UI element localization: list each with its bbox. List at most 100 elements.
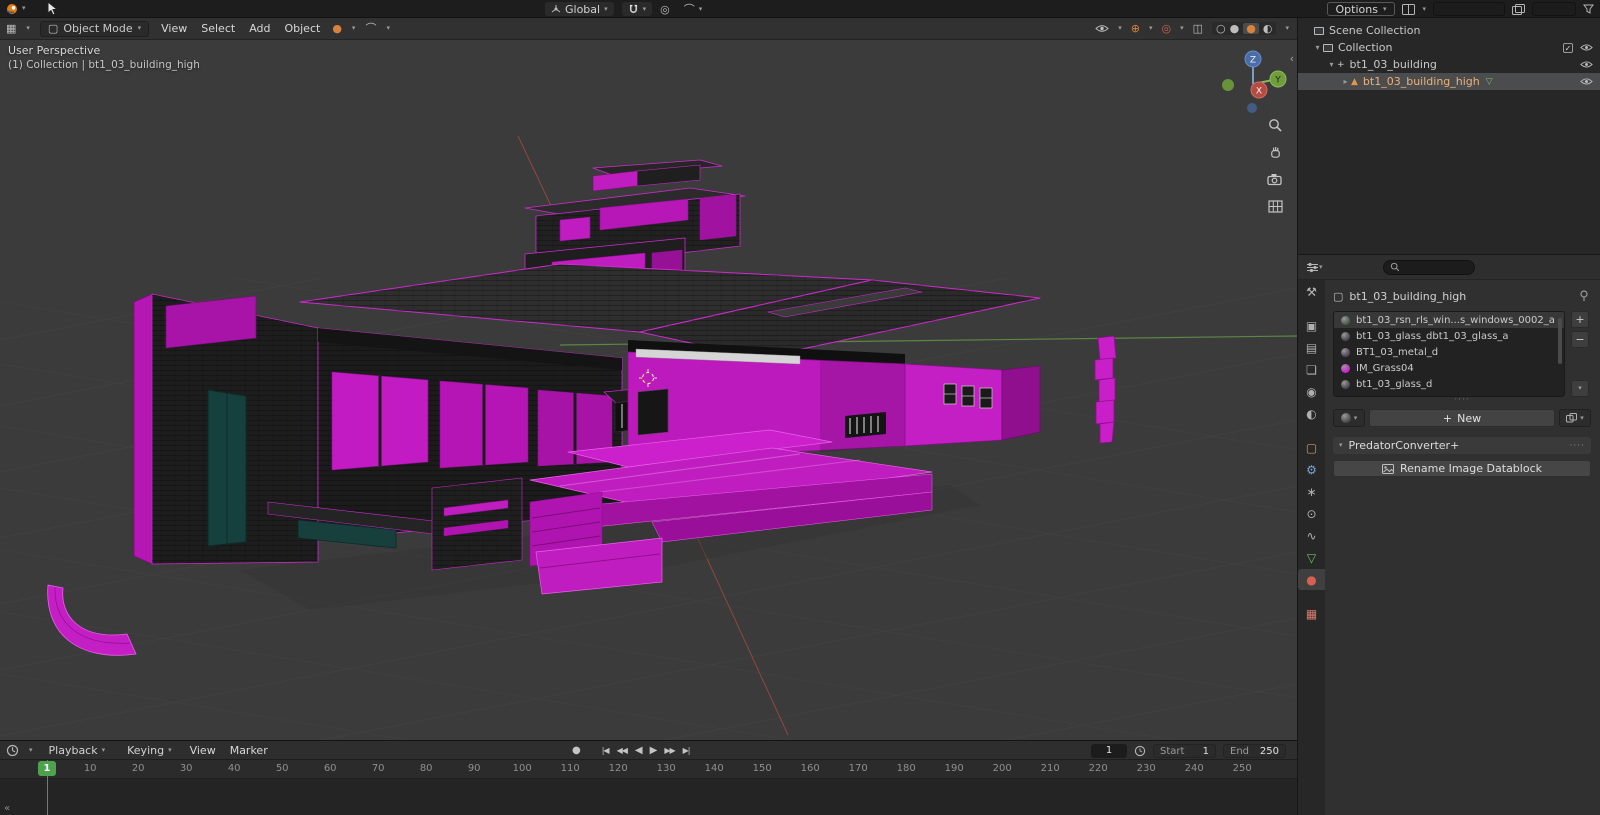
workspace-layout-icon[interactable] [1402,3,1416,15]
proportional-edit-icon[interactable]: ◎ [660,4,670,15]
new-material-button[interactable]: + New [1369,409,1555,427]
expand-open-icon[interactable]: ▾ [1312,43,1323,52]
pin-icon[interactable] [1579,290,1589,302]
playhead[interactable]: 1 [38,761,56,776]
3d-viewport[interactable]: ▦ ▾ ▢ Object Mode ▾ View Select Add Obje… [0,18,1297,740]
chevron-down-icon[interactable]: ▾ [1319,263,1323,271]
timeline-channels[interactable] [0,779,1297,815]
menu-view[interactable]: View [159,22,189,35]
next-keyframe-button[interactable]: ▶▶ [664,746,675,755]
material-slot-row[interactable]: bt1_03_rsn_rls_win...s_windows_0002_a [1334,312,1564,328]
preview-range-clock-icon[interactable] [1134,745,1146,757]
editor-type-icon[interactable]: ▦ [6,23,16,34]
ruler-frame-240[interactable]: 240 [1185,763,1204,774]
properties-editor-icon[interactable] [1306,262,1319,273]
chevron-down-icon[interactable]: ▾ [26,25,30,32]
outliner-row-object[interactable]: ▾ + bt1_03_building [1298,56,1600,73]
properties-tab-object[interactable]: ▢ [1298,437,1325,458]
active-tool-icon[interactable]: ● [332,23,342,34]
keying-dropdown[interactable]: Keying ▾ [121,743,177,757]
options-button[interactable]: Options ▾ [1326,2,1396,16]
pan-hand-icon[interactable] [1266,143,1284,161]
chevron-down-icon[interactable]: ▾ [22,5,26,12]
ruler-frame-140[interactable]: 140 [705,763,724,774]
ruler-frame-40[interactable]: 40 [228,763,241,774]
ruler-frame-230[interactable]: 230 [1137,763,1156,774]
viewport-canvas[interactable] [0,40,1297,740]
properties-tab-scene[interactable]: ◉ [1298,381,1325,402]
show-overlays-toggle-icon[interactable]: ◎ [1162,23,1172,34]
visibility-eye-icon[interactable] [1095,24,1110,33]
rename-image-datablock-button[interactable]: Rename Image Datablock [1333,460,1591,477]
properties-tab-world[interactable]: ◐ [1298,403,1325,424]
ruler-frame-220[interactable]: 220 [1089,763,1108,774]
chevron-down-icon[interactable]: ▾ [1149,25,1153,32]
playback-dropdown[interactable]: Playback ▾ [43,743,112,757]
hide-eye-icon[interactable] [1580,60,1593,69]
menu-select[interactable]: Select [199,22,237,35]
falloff-dropdown-icon[interactable]: ⌒ [365,23,376,34]
ruler-frame-170[interactable]: 170 [849,763,868,774]
shading-rendered-icon[interactable]: ◐ [1263,23,1273,34]
properties-tab-data[interactable]: ▽ [1298,547,1325,568]
shading-wireframe-icon[interactable]: ○ [1216,23,1226,34]
ruler-frame-210[interactable]: 210 [1041,763,1060,774]
navigation-gizmo[interactable]: Z Y X [1211,42,1295,126]
view-layer-field[interactable] [1532,2,1576,16]
ruler-frame-190[interactable]: 190 [945,763,964,774]
jump-to-start-button[interactable]: |◀ [602,746,610,755]
sidebar-collapse-icon[interactable]: ‹ [1290,52,1294,65]
xray-toggle-icon[interactable]: ◫ [1193,23,1203,34]
properties-tab-view-layer[interactable]: ❏ [1298,359,1325,380]
mode-dropdown[interactable]: ▢ Object Mode ▾ [39,20,150,37]
blender-logo-icon[interactable] [5,3,19,15]
material-slot-row[interactable]: BT1_03_metal_d [1334,344,1564,360]
slot-list-scrollbar[interactable] [1558,318,1562,364]
ruler-frame-80[interactable]: 80 [420,763,433,774]
properties-tab-output[interactable]: ▤ [1298,337,1325,358]
prev-keyframe-button[interactable]: ◀◀ [617,746,628,755]
shading-material-preview-icon[interactable]: ● [1243,23,1259,34]
properties-tab-particles[interactable]: ∗ [1298,481,1325,502]
play-button[interactable]: ▶ [650,745,658,756]
properties-tab-render[interactable]: ▣ [1298,315,1325,336]
ruler-frame-70[interactable]: 70 [372,763,385,774]
transform-orientation-dropdown[interactable]: Global ▾ [545,2,614,16]
properties-tab-tool[interactable]: ⚒ [1298,281,1325,302]
ruler-frame-150[interactable]: 150 [753,763,772,774]
chevron-down-icon[interactable]: ▾ [29,746,33,754]
outliner-row-collection[interactable]: ▾ Collection ✓ [1298,39,1600,56]
predator-converter-panel-header[interactable]: ▾ PredatorConverter+ ···· [1333,437,1591,454]
shading-solid-icon[interactable]: ● [1230,23,1240,34]
remove-slot-button[interactable]: − [1571,331,1589,348]
play-reverse-button[interactable]: ◀ [635,745,643,756]
properties-tab-physics[interactable]: ⊙ [1298,503,1325,524]
properties-search-field[interactable] [1382,259,1475,275]
ruler-frame-180[interactable]: 180 [897,763,916,774]
expand-closed-icon[interactable]: ▸ [1340,77,1351,86]
ruler-frame-60[interactable]: 60 [324,763,337,774]
ruler-frame-20[interactable]: 20 [132,763,145,774]
ruler-frame-90[interactable]: 90 [468,763,481,774]
timeline-menu-view[interactable]: View [188,744,218,757]
add-slot-button[interactable]: + [1571,311,1589,328]
hide-eye-icon[interactable] [1580,43,1593,52]
timeline-ruler[interactable]: 10 20 30 40 50 60 70 80 90 100 110 120 130 140 150 160 1… [0,760,1297,779]
material-slot-row[interactable]: IM_Grass04 [1334,360,1564,376]
start-frame-field[interactable]: Start 1 [1153,743,1216,758]
list-resize-grip[interactable]: ···· [1333,396,1591,405]
chevron-down-icon[interactable]: ▾ [1422,5,1426,13]
ruler-frame-50[interactable]: 50 [276,763,289,774]
properties-tab-modifiers[interactable]: ⚙ [1298,459,1325,480]
browse-material-dropdown[interactable]: ▾ [1333,409,1365,427]
outliner-row-scene-collection[interactable]: Scene Collection [1298,22,1600,39]
chevron-down-icon[interactable]: ▾ [1285,25,1289,32]
toggle-ortho-grid-icon[interactable] [1266,197,1284,215]
timeline-editor-icon[interactable] [6,744,19,757]
properties-tab-texture[interactable]: ▦ [1298,603,1325,624]
ruler-frame-130[interactable]: 130 [657,763,676,774]
outliner-row-mesh-selected[interactable]: ▸ ▲ bt1_03_building_high ▽ [1298,73,1600,90]
zoom-icon[interactable] [1266,116,1284,134]
snap-dropdown[interactable]: ▾ [621,2,653,16]
current-frame-field[interactable]: 1 [1091,743,1127,758]
